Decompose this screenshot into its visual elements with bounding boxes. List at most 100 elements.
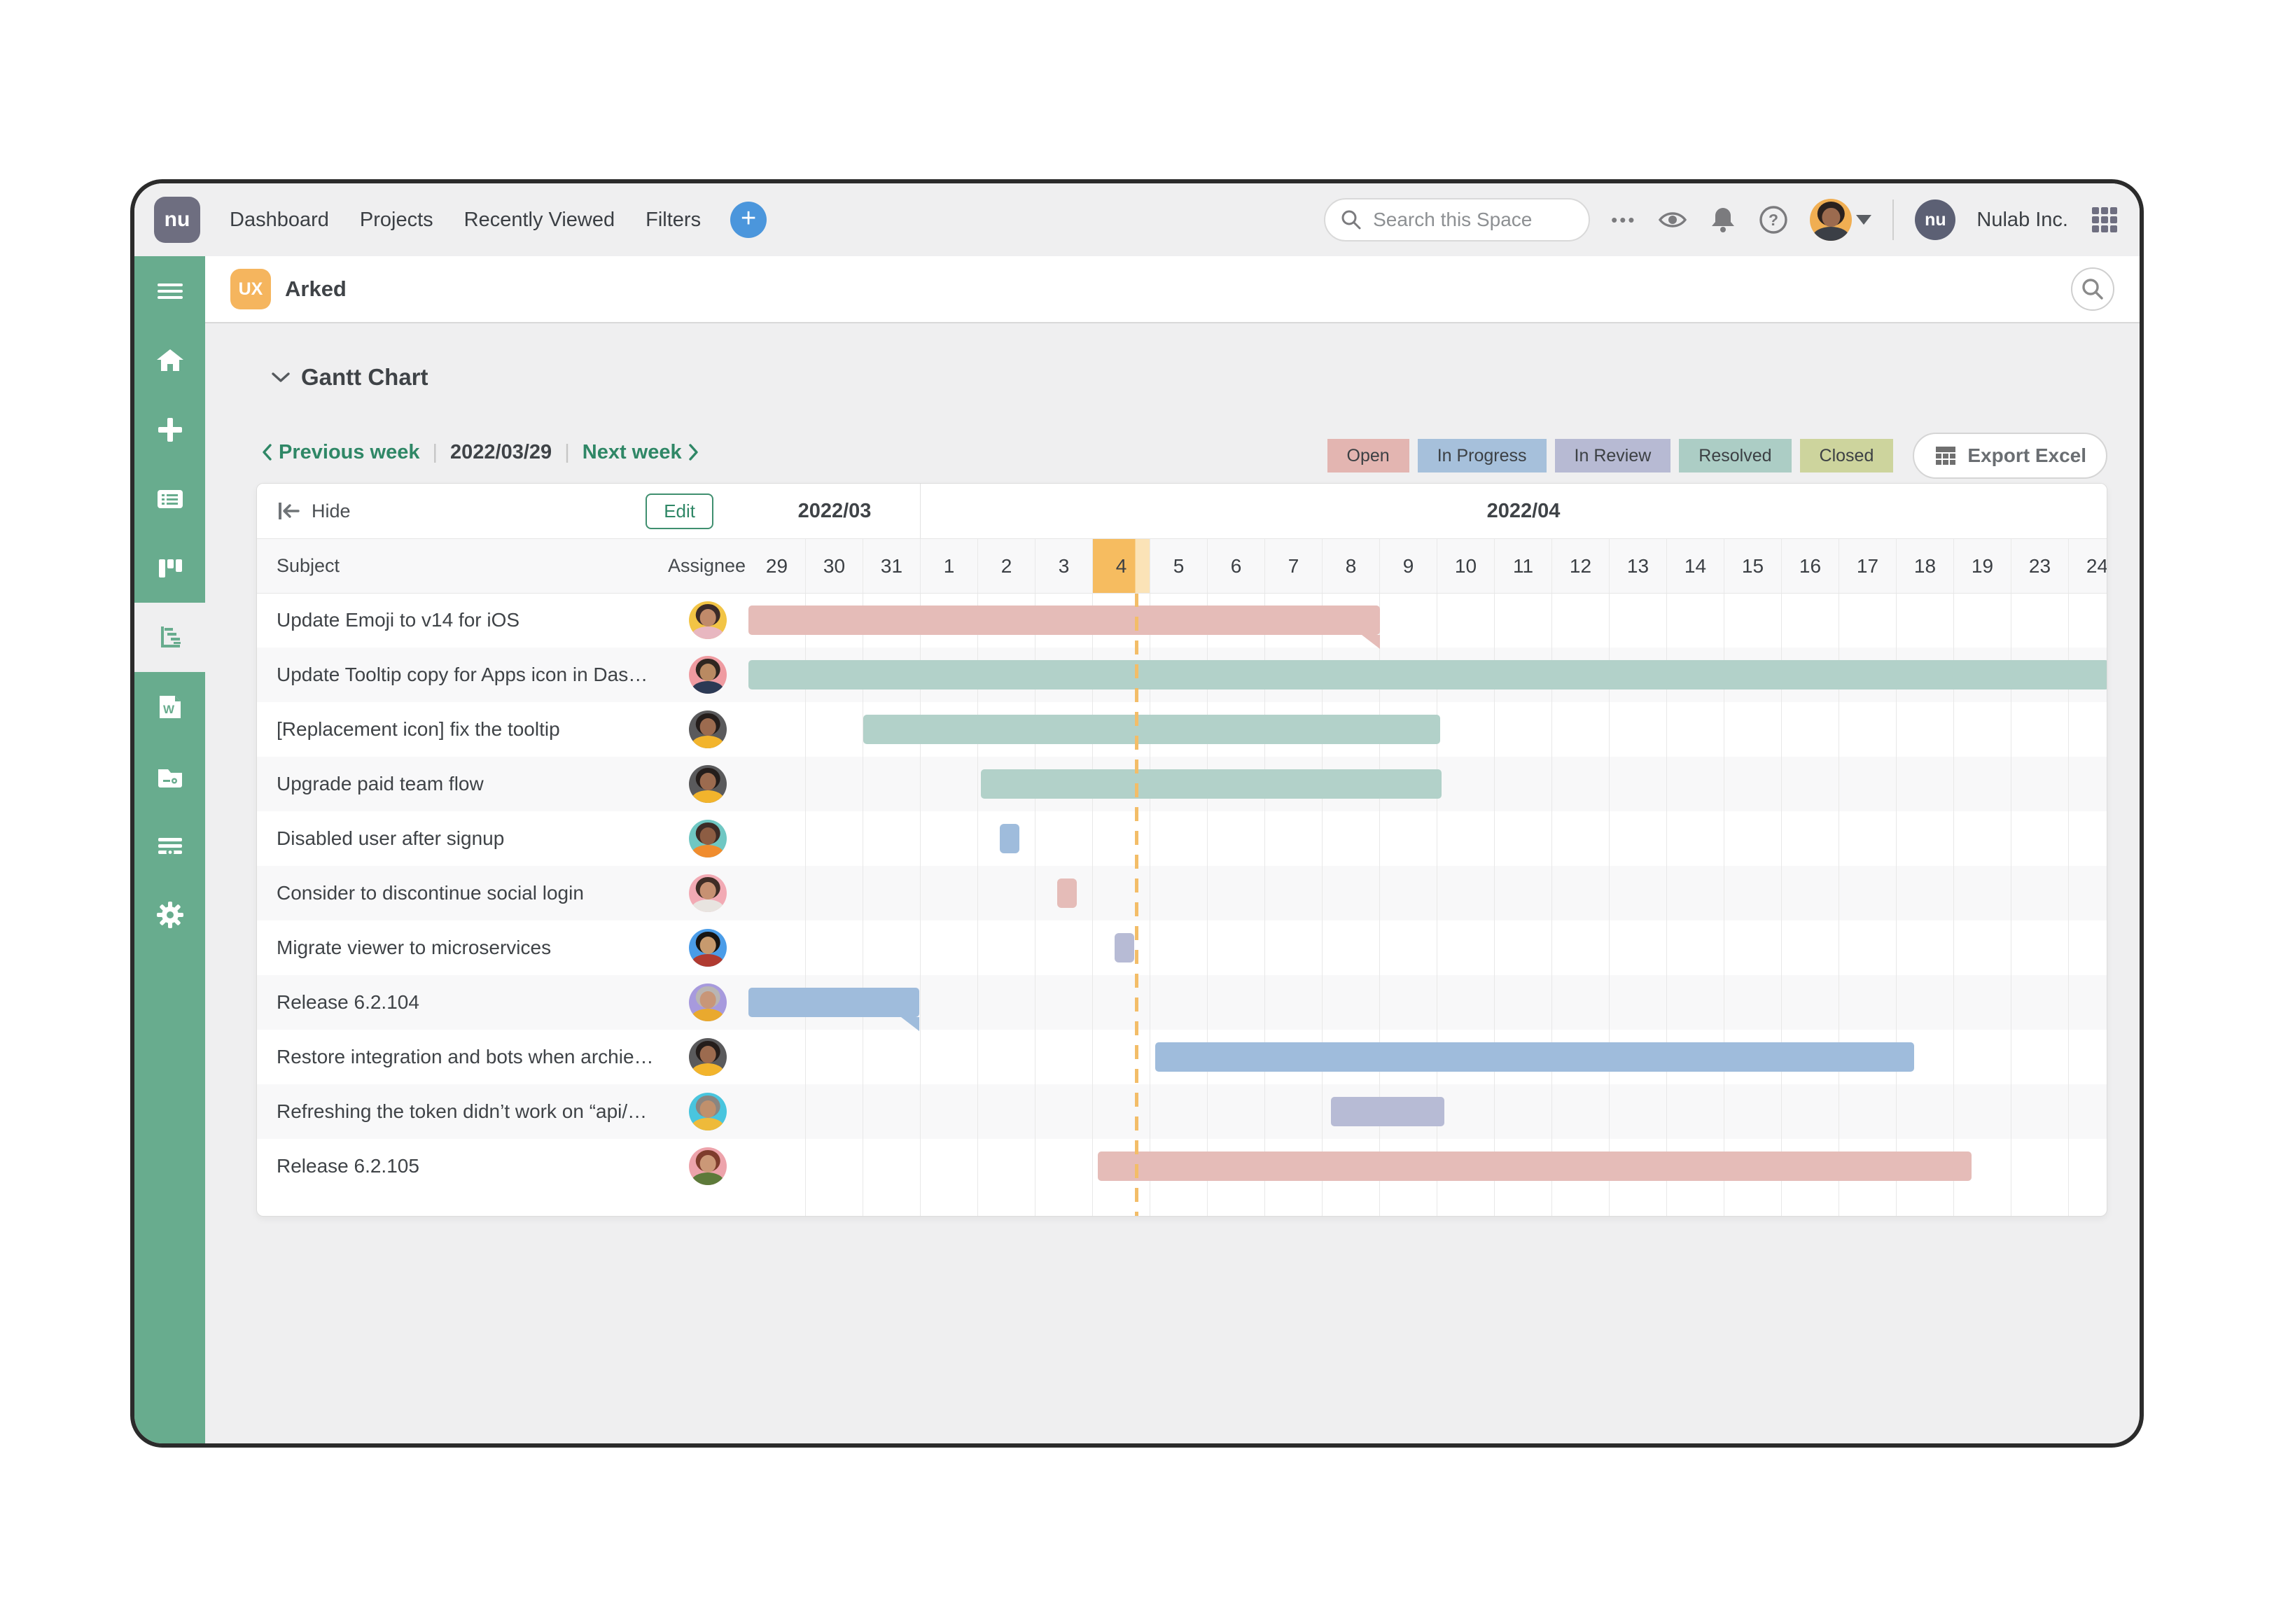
apps-grid-icon[interactable] [2089,204,2120,235]
gantt-bar[interactable] [1331,1097,1444,1126]
day-label: 17 [1857,539,1878,593]
gantt-bar[interactable] [1000,824,1019,853]
avatar-face [700,664,716,681]
subject-cell[interactable]: Update Emoji to v14 for iOS [277,593,519,648]
subject-cell[interactable]: Consider to discontinue social login [277,866,584,920]
gantt-bar[interactable] [1115,933,1134,962]
day-label: 4 [1100,539,1143,593]
gantt-bar[interactable] [1155,1042,1914,1072]
sidebar-item-add[interactable] [134,395,205,464]
day-label: 8 [1346,539,1357,593]
day-label: 12 [1570,539,1591,593]
table-row: Disabled user after signup [257,811,2107,866]
sidebar-item-settings[interactable] [134,880,205,949]
topbar-nav: Dashboard Projects Recently Viewed Filters [230,209,701,232]
svg-text:W: W [162,703,174,716]
previous-week-button[interactable]: Previous week [262,441,420,464]
more-button[interactable]: ••• [1611,209,1636,231]
subject-cell[interactable]: Migrate viewer to microservices [277,920,551,975]
gantt-bar[interactable] [748,988,919,1017]
avatar-face [700,1155,716,1172]
gantt-bar[interactable] [863,715,1440,744]
nav-filters[interactable]: Filters [646,209,701,232]
next-week-button[interactable]: Next week [583,441,699,464]
search-input[interactable] [1372,208,1568,232]
sidebar-item-files[interactable] [134,741,205,811]
chevron-down-icon [1856,215,1871,225]
day-label: 10 [1455,539,1477,593]
day-header-cell: 24 [2069,539,2107,593]
avatar-shirt [692,845,724,858]
gantt-bar[interactable] [748,606,1380,635]
hide-button[interactable]: Hide [312,500,351,522]
day-label: 6 [1231,539,1242,593]
subject-cell[interactable]: Disabled user after signup [277,811,504,866]
gantt-bar[interactable] [981,769,1442,799]
avatar-face [700,718,716,736]
table-toolbar: Hide Edit [257,484,748,538]
gantt-bar[interactable] [1057,878,1077,908]
sidebar-item-home[interactable] [134,326,205,395]
sidebar-item-board[interactable] [134,533,205,603]
legend-chip-resolved[interactable]: Resolved [1679,439,1791,472]
day-label: 18 [1914,539,1936,593]
gantt-section-header[interactable]: Gantt Chart [272,364,428,391]
status-legend: Open In ProgressIn ReviewResolved Closed E… [1327,433,2107,479]
subject-cell[interactable]: Restore integration and bots when archie… [277,1030,655,1084]
sidebar-item-issues[interactable] [134,464,205,533]
nav-recently-viewed[interactable]: Recently Viewed [464,209,615,232]
month-header-row: 2022/032022/04 [748,484,2107,538]
avatar [689,874,727,912]
issue-list-icon [155,484,186,514]
avatar [689,1038,727,1076]
avatar-shirt [692,626,724,639]
legend-chip-in_progress[interactable]: In Progress [1418,439,1547,472]
project-search-button[interactable] [2071,267,2114,311]
subject-cell[interactable]: Upgrade paid team flow [277,757,484,811]
subject-cell[interactable]: Release 6.2.104 [277,975,419,1030]
avatar [689,1093,727,1130]
add-button[interactable]: + [730,202,767,238]
subject-cell[interactable]: Release 6.2.105 [277,1139,419,1194]
avatar-shirt [692,790,724,803]
legend-chip-open[interactable]: Open [1327,439,1409,472]
divider [1892,200,1894,240]
edit-button[interactable]: Edit [646,493,713,529]
day-header-cell: 1 [921,539,978,593]
gantt-bar[interactable] [748,660,2107,690]
day-header-cell: 30 [806,539,863,593]
day-header-cell: 19 [1954,539,2011,593]
repository-icon [155,830,186,861]
avatar [1810,199,1852,241]
sidebar-item-subversion[interactable] [134,811,205,880]
project-badge: UX [230,269,271,309]
legend-chip-in_review[interactable]: In Review [1555,439,1671,472]
subject-cell[interactable]: [Replacement icon] fix the tooltip [277,702,560,757]
help-icon[interactable]: ? [1758,204,1789,235]
subject-cell[interactable]: Update Tooltip copy for Apps icon in Das… [277,648,655,702]
bar-notch [901,1017,919,1031]
legend-chip-closed[interactable]: Closed [1800,439,1894,472]
sidebar-menu-toggle[interactable] [134,256,205,326]
sidebar-item-gantt[interactable] [134,603,205,672]
avatar-face [700,609,716,626]
month-label: 2022/04 [921,484,2107,538]
avatar-shirt [692,899,724,912]
gantt-bar[interactable] [1098,1152,1972,1181]
project-title: Arked [285,276,347,302]
day-label: 23 [2029,539,2051,593]
day-label: 9 [1403,539,1414,593]
org-name: Nulab Inc. [1976,209,2068,232]
org-logo: nu [1915,200,1955,240]
nav-dashboard[interactable]: Dashboard [230,209,329,232]
day-header-cell: 15 [1724,539,1782,593]
avatar [689,820,727,858]
nav-projects[interactable]: Projects [360,209,433,232]
user-avatar-slot[interactable] [1810,199,1852,241]
watch-eye-icon[interactable] [1657,208,1688,232]
day-header-cell: 11 [1495,539,1552,593]
export-excel-button[interactable]: Export Excel [1913,433,2107,479]
sidebar-item-wiki[interactable]: W [134,672,205,741]
notifications-bell-icon[interactable] [1709,205,1737,234]
subject-cell[interactable]: Refreshing the token didn’t work on “api… [277,1084,655,1139]
